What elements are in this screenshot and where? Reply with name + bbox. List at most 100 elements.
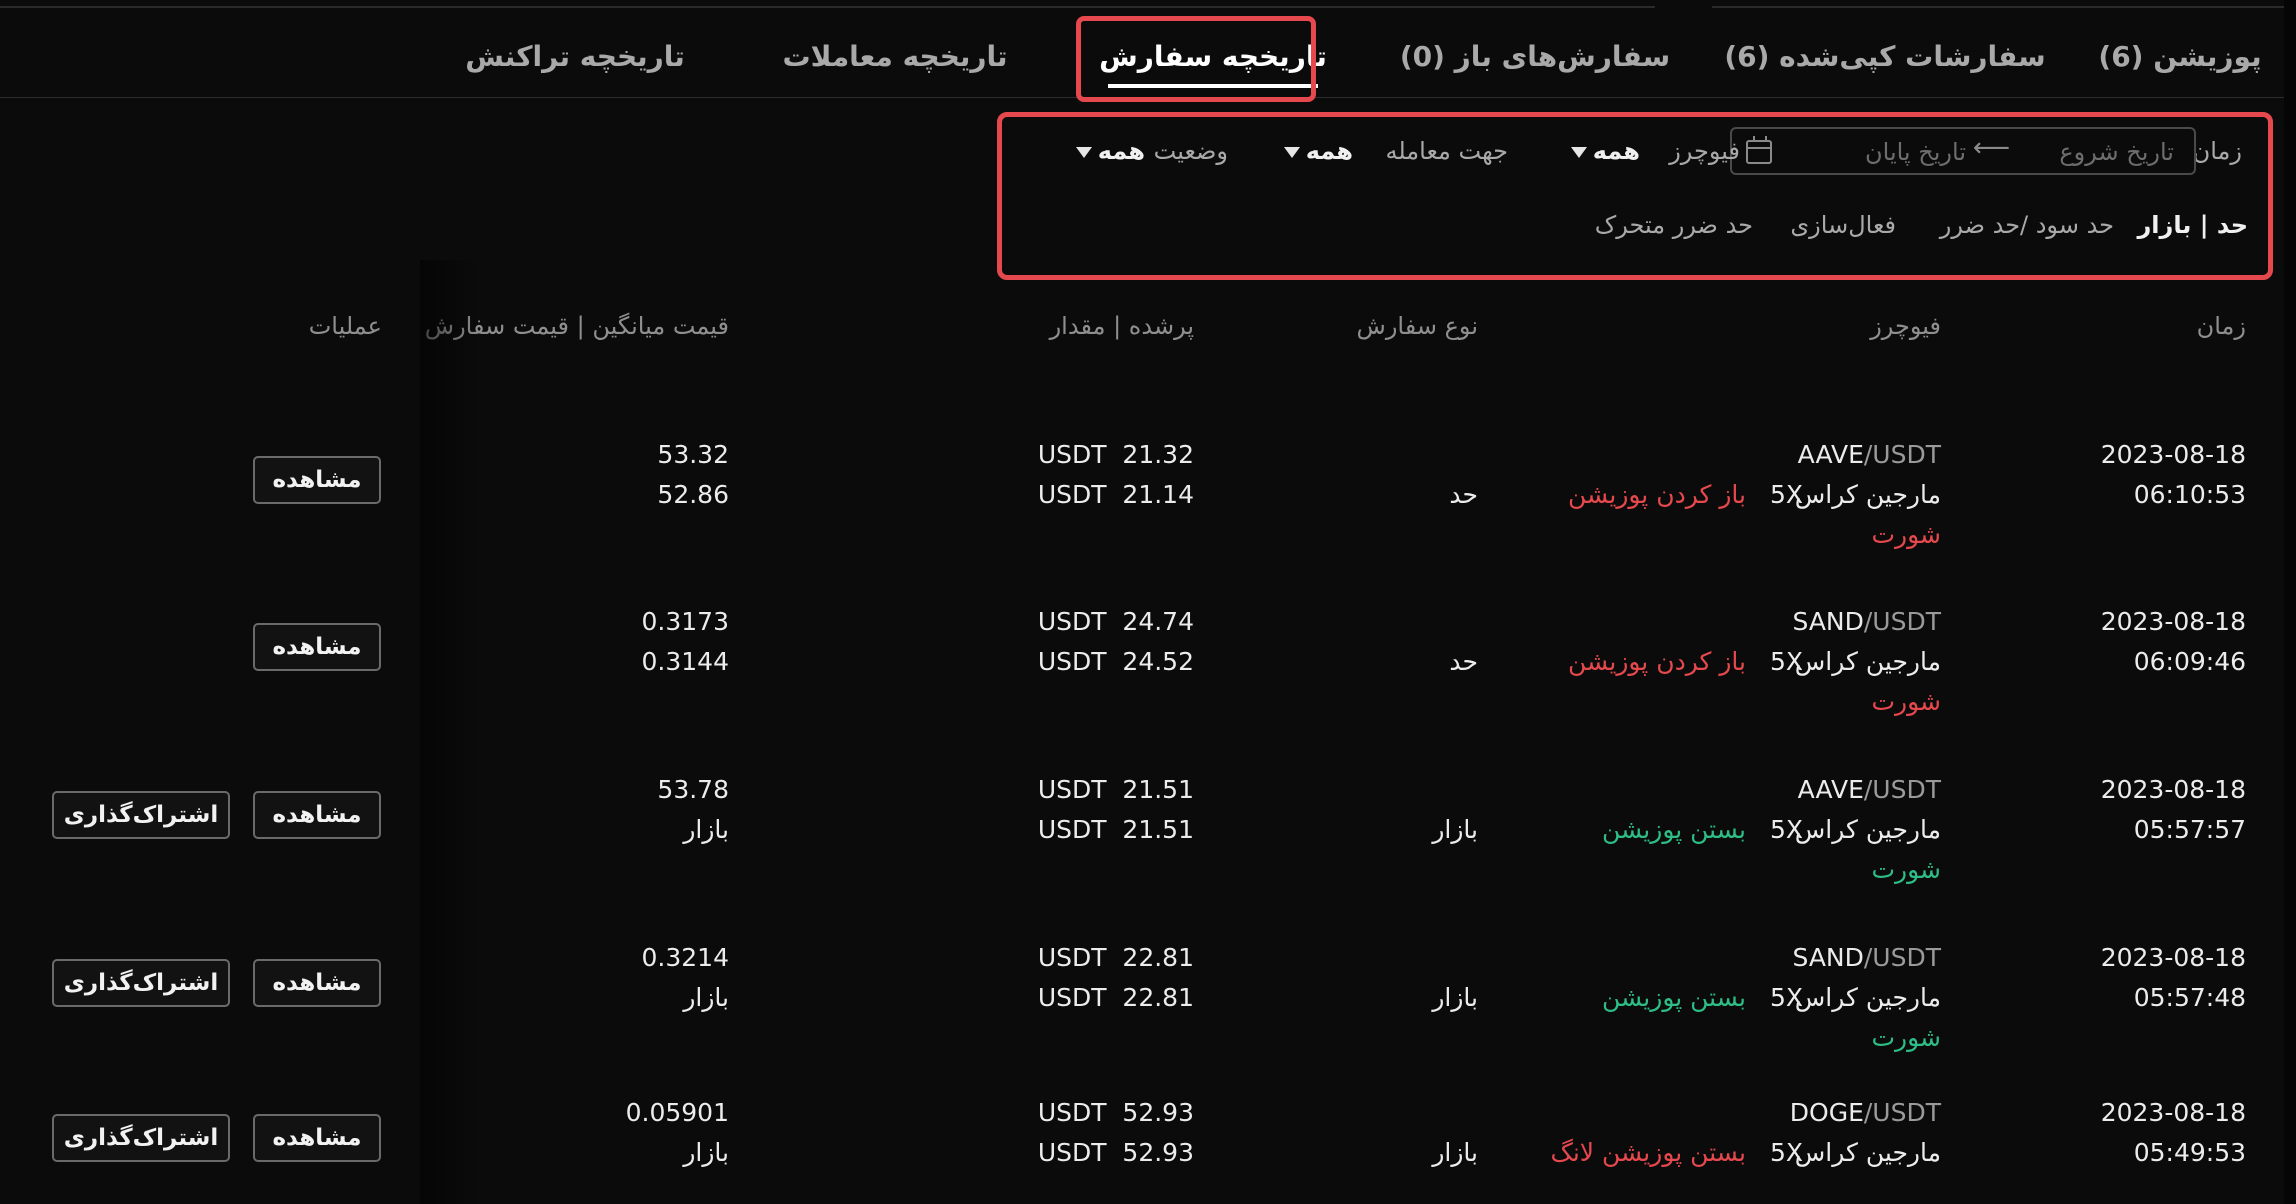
row-leverage: 5X	[1769, 647, 1803, 676]
order-history-page: پوزیشن (6) سفارشات کپی‌شده (6) سفارش‌های…	[0, 0, 2296, 1204]
row-order-type: حد	[1449, 647, 1478, 676]
top-divider-left	[0, 0, 1655, 8]
calendar-icon[interactable]	[1746, 136, 1772, 164]
row-order-price: بازار	[683, 983, 729, 1012]
start-date-input[interactable]: تاریخ شروع	[2059, 138, 2174, 166]
row-filled: USDT 22.81	[1037, 943, 1194, 972]
row-position-side: شورت	[1871, 520, 1941, 549]
row-date: 2023-08-18	[2100, 440, 2246, 469]
row-leverage: 5X	[1769, 480, 1803, 509]
row-order-price: 0.3144	[641, 647, 729, 676]
chevron-down-icon	[1075, 146, 1092, 158]
tab-positions[interactable]: پوزیشن (6)	[2080, 14, 2280, 98]
row-margin-mode: مارجین کراس	[1794, 815, 1941, 844]
order-type-activation[interactable]: فعال‌سازی	[1790, 211, 1896, 239]
right-edge	[2284, 0, 2296, 1204]
row-date: 2023-08-18	[2100, 607, 2246, 636]
row-symbol: AAVE/USDT	[1797, 775, 1941, 804]
row-time: 05:57:48	[2133, 983, 2246, 1012]
tab-open-orders[interactable]: سفارش‌های باز (0)	[1385, 14, 1685, 98]
row-position-action: باز کردن پوزیشن	[1568, 480, 1746, 509]
tab-trade-history[interactable]: تاریخچه معاملات	[765, 14, 1025, 98]
row-position-side: شورت	[1871, 687, 1941, 716]
status-filter-label: وضعیت	[1153, 137, 1228, 165]
table-row: 2023-08-18 05:49:53 DOGE/USDT مارجین کرا…	[0, 1098, 2296, 1204]
row-avg-price: 53.78	[657, 775, 729, 804]
column-header-actions: عملیات	[308, 312, 382, 340]
order-type-trailing-stop[interactable]: حد ضرر متحرک	[1595, 211, 1753, 239]
share-button[interactable]: اشتراک‌گذاری	[52, 791, 230, 839]
share-button[interactable]: اشتراک‌گذاری	[52, 959, 230, 1007]
row-margin-mode: مارجین کراس	[1794, 1138, 1941, 1167]
filter-panel: زمان تاریخ شروع ⟵ تاریخ پایان فیوچرز همه…	[997, 112, 2273, 280]
column-header-order-type: نوع سفارش	[1356, 312, 1478, 340]
arrow-left-icon: ⟵	[1972, 133, 2010, 163]
row-order-price: بازار	[683, 815, 729, 844]
view-button[interactable]: مشاهده	[253, 456, 381, 504]
row-order-type: بازار	[1432, 815, 1478, 844]
column-header-time: زمان	[2196, 312, 2246, 340]
row-margin-mode: مارجین کراس	[1794, 983, 1941, 1012]
order-type-limit-market[interactable]: حد | بازار	[2137, 211, 2248, 239]
row-position-action: بستن پوزیشن	[1601, 983, 1746, 1012]
futures-filter-select[interactable]: همه	[1570, 137, 1640, 165]
view-button[interactable]: مشاهده	[253, 791, 381, 839]
view-button[interactable]: مشاهده	[253, 623, 381, 671]
row-time: 06:10:53	[2133, 480, 2246, 509]
order-type-tp-sl[interactable]: حد سود /حد ضرر	[1940, 211, 2114, 239]
futures-filter-label: فیوچرز	[1669, 137, 1740, 165]
tab-copied-orders[interactable]: سفارشات کپی‌شده (6)	[1720, 14, 2050, 98]
chevron-down-icon	[1570, 146, 1587, 158]
share-button[interactable]: اشتراک‌گذاری	[52, 1114, 230, 1162]
row-symbol: SAND/USDT	[1792, 943, 1941, 972]
row-order-price: 52.86	[657, 480, 729, 509]
chevron-down-icon	[1283, 146, 1300, 158]
row-position-action: باز کردن پوزیشن	[1568, 647, 1746, 676]
table-row: 2023-08-18 05:57:57 AAVE/USDT مارجین کرا…	[0, 775, 2296, 935]
direction-filter-select[interactable]: همه	[1283, 137, 1353, 165]
time-filter-label: زمان	[2192, 137, 2242, 165]
row-time: 05:57:57	[2133, 815, 2246, 844]
row-amount: USDT 24.52	[1037, 647, 1194, 676]
row-filled: USDT 21.32	[1037, 440, 1194, 469]
row-filled: USDT 24.74	[1037, 607, 1194, 636]
row-position-side: شورت	[1871, 1023, 1941, 1052]
row-order-type: بازار	[1432, 1138, 1478, 1167]
table-row: 2023-08-18 05:57:48 SAND/USDT مارجین کرا…	[0, 943, 2296, 1103]
table-row: 2023-08-18 06:10:53 AAVE/USDT مارجین کرا…	[0, 440, 2296, 600]
column-header-futures: فیوچرز	[1870, 312, 1941, 340]
top-strip	[0, 0, 2296, 14]
row-date: 2023-08-18	[2100, 1098, 2246, 1127]
end-date-input[interactable]: تاریخ پایان	[1865, 138, 1966, 166]
row-order-type: حد	[1449, 480, 1478, 509]
row-amount: USDT 52.93	[1037, 1138, 1194, 1167]
row-date: 2023-08-18	[2100, 943, 2246, 972]
row-avg-price: 0.3214	[641, 943, 729, 972]
row-symbol: DOGE/USDT	[1789, 1098, 1941, 1127]
status-filter-select[interactable]: همه	[1075, 137, 1145, 165]
row-avg-price: 0.05901	[625, 1098, 729, 1127]
tab-transaction-history[interactable]: تاریخچه تراکنش	[460, 14, 690, 98]
row-margin-mode: مارجین کراس	[1794, 480, 1941, 509]
row-time: 05:49:53	[2133, 1138, 2246, 1167]
row-position-side: شورت	[1871, 855, 1941, 884]
row-amount: USDT 22.81	[1037, 983, 1194, 1012]
row-position-action: بستن پوزیشن	[1601, 815, 1746, 844]
row-order-type: بازار	[1432, 983, 1478, 1012]
view-button[interactable]: مشاهده	[253, 959, 381, 1007]
row-date: 2023-08-18	[2100, 775, 2246, 804]
row-leverage: 5X	[1769, 815, 1803, 844]
row-leverage: 5X	[1769, 1138, 1803, 1167]
direction-filter-label: جهت معامله	[1385, 137, 1508, 165]
row-order-price: بازار	[683, 1138, 729, 1167]
row-filled: USDT 21.51	[1037, 775, 1194, 804]
row-position-action: بستن پوزیشن لانگ	[1550, 1138, 1746, 1167]
row-time: 06:09:46	[2133, 647, 2246, 676]
date-range-picker[interactable]: تاریخ شروع ⟵ تاریخ پایان	[1730, 127, 2196, 175]
row-avg-price: 0.3173	[641, 607, 729, 636]
tab-highlight-box	[1076, 16, 1316, 102]
column-header-filled-amount: پرشده | مقدار	[1049, 312, 1194, 340]
row-filled: USDT 52.93	[1037, 1098, 1194, 1127]
row-leverage: 5X	[1769, 983, 1803, 1012]
view-button[interactable]: مشاهده	[253, 1114, 381, 1162]
